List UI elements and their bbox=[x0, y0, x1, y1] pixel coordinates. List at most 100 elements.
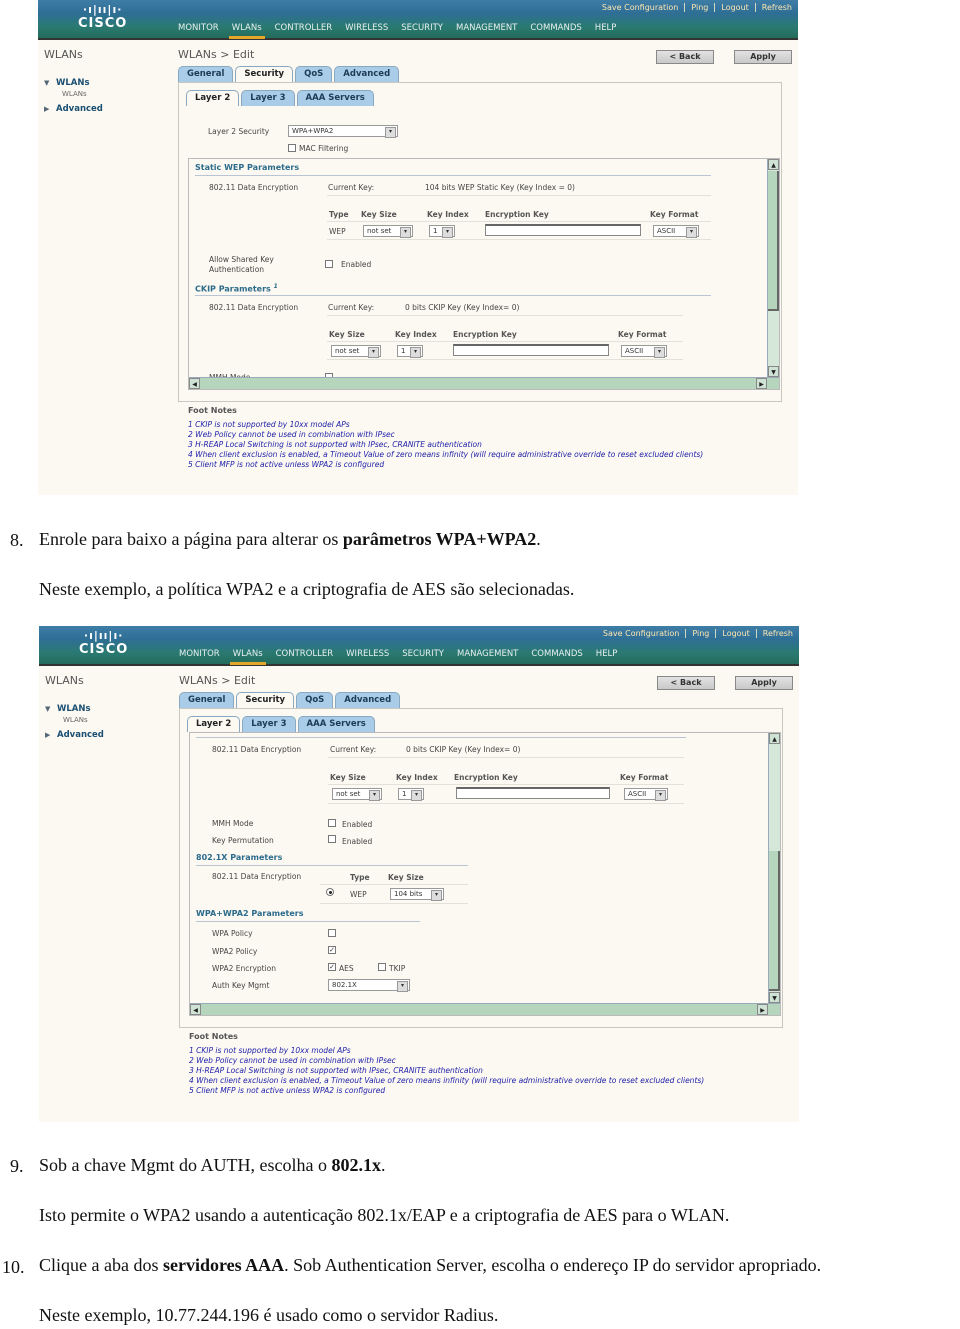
subtab-layer2[interactable]: Layer 2 bbox=[186, 90, 240, 106]
divider bbox=[327, 315, 683, 316]
left-nav-wlans-sub[interactable]: WLANs bbox=[44, 90, 103, 104]
logout-link[interactable]: Logout bbox=[715, 629, 750, 638]
mmh-mode-checkbox[interactable] bbox=[328, 819, 336, 827]
nav-controller[interactable]: CONTROLLER bbox=[276, 649, 334, 659]
ckip-footnote-ref[interactable]: 1 bbox=[274, 283, 278, 290]
wpa2-policy-checkbox[interactable]: ✓ bbox=[328, 946, 336, 954]
save-configuration-link[interactable]: Save Configuration bbox=[596, 3, 678, 12]
apply-button[interactable]: Apply bbox=[734, 50, 792, 64]
nav-help[interactable]: HELP bbox=[596, 649, 618, 659]
nav-monitor[interactable]: MONITOR bbox=[178, 23, 219, 33]
key-permutation-checkbox[interactable] bbox=[328, 835, 336, 843]
wep-key-size-select[interactable]: not set bbox=[363, 225, 413, 238]
wpa-policy-label: WPA Policy bbox=[212, 929, 253, 938]
horizontal-scrollbar[interactable]: ◀ ▶ bbox=[189, 377, 779, 389]
scroll-down-icon[interactable]: ▼ bbox=[769, 992, 780, 1003]
nav-wireless[interactable]: WIRELESS bbox=[346, 649, 389, 659]
wep-key-format-select[interactable]: ASCII bbox=[653, 225, 699, 238]
subtab-aaa-servers[interactable]: AAA Servers bbox=[296, 90, 374, 106]
scroll-right-icon[interactable]: ▶ bbox=[756, 378, 767, 389]
nav-monitor[interactable]: MONITOR bbox=[179, 649, 220, 659]
tab-general[interactable]: General bbox=[179, 692, 235, 708]
left-nav: ▼ WLANs WLANs ▶ Advanced bbox=[44, 78, 103, 118]
mac-filtering-checkbox[interactable] bbox=[288, 144, 296, 152]
refresh-link[interactable]: Refresh bbox=[755, 629, 793, 638]
nav-wlans[interactable]: WLANs bbox=[228, 23, 265, 39]
scroll-up-icon[interactable]: ▲ bbox=[769, 733, 780, 744]
nav-commands[interactable]: COMMANDS bbox=[531, 649, 582, 659]
dot1x-key-size-select[interactable]: 104 bits bbox=[390, 888, 444, 901]
apply-button[interactable]: Apply bbox=[735, 676, 793, 690]
nav-controller[interactable]: CONTROLLER bbox=[275, 23, 333, 33]
left-nav-advanced[interactable]: ▶ Advanced bbox=[44, 104, 103, 118]
ping-link[interactable]: Ping bbox=[684, 3, 709, 12]
aes-checkbox[interactable]: ✓ bbox=[328, 963, 336, 971]
save-configuration-link[interactable]: Save Configuration bbox=[597, 629, 679, 638]
nav-help[interactable]: HELP bbox=[595, 23, 617, 33]
scroll-right-icon[interactable]: ▶ bbox=[757, 1004, 768, 1015]
tkip-checkbox[interactable] bbox=[378, 963, 386, 971]
key-permutation-label: Key Permutation bbox=[212, 836, 274, 845]
nav-security[interactable]: SECURITY bbox=[401, 23, 443, 33]
vertical-scrollbar[interactable]: ▲ ▼ bbox=[767, 159, 779, 377]
mac-filtering-label: MAC Filtering bbox=[299, 144, 349, 153]
left-nav-advanced[interactable]: ▶ Advanced bbox=[45, 730, 104, 744]
wep-header-key-size: Key Size bbox=[361, 210, 397, 219]
ckip-key-format-select[interactable]: ASCII bbox=[621, 345, 667, 358]
ckip-key-index-select[interactable]: 1 bbox=[398, 788, 424, 801]
tab-security[interactable]: Security bbox=[236, 692, 295, 708]
tab-general[interactable]: General bbox=[178, 66, 234, 82]
nav-commands[interactable]: COMMANDS bbox=[530, 23, 581, 33]
nav-wlans[interactable]: WLANs bbox=[229, 649, 266, 665]
wep-encryption-key-input[interactable] bbox=[485, 224, 641, 236]
ckip-key-size-select[interactable]: not set bbox=[332, 788, 382, 801]
scroll-down-icon[interactable]: ▼ bbox=[768, 366, 779, 377]
scrollbar-thumb[interactable] bbox=[769, 851, 780, 991]
tab-advanced[interactable]: Advanced bbox=[334, 66, 400, 82]
dot1x-wep-radio[interactable] bbox=[326, 888, 334, 896]
auth-key-mgmt-select[interactable]: 802.1X bbox=[328, 979, 410, 992]
static-wep-title: Static WEP Parameters bbox=[195, 163, 300, 172]
wep-key-index-select[interactable]: 1 bbox=[429, 225, 455, 238]
nav-wireless[interactable]: WIRELESS bbox=[345, 23, 388, 33]
back-button[interactable]: < Back bbox=[657, 676, 715, 690]
ping-link[interactable]: Ping bbox=[685, 629, 710, 638]
logout-link[interactable]: Logout bbox=[714, 3, 749, 12]
ckip-key-index-select[interactable]: 1 bbox=[397, 345, 423, 358]
tab-qos[interactable]: QoS bbox=[295, 66, 333, 82]
back-button[interactable]: < Back bbox=[656, 50, 714, 64]
footnotes: Foot Notes 1 CKIP is not supported by 10… bbox=[188, 406, 703, 470]
scroll-left-icon[interactable]: ◀ bbox=[189, 378, 200, 389]
horizontal-scrollbar[interactable]: ◀ ▶ bbox=[190, 1003, 780, 1015]
refresh-link[interactable]: Refresh bbox=[754, 3, 792, 12]
footnote-2: 2 Web Policy cannot be used in combinati… bbox=[188, 430, 395, 439]
tab-advanced[interactable]: Advanced bbox=[335, 692, 401, 708]
wpa-policy-checkbox[interactable] bbox=[328, 929, 336, 937]
ckip-key-size-select[interactable]: not set bbox=[331, 345, 381, 358]
nav-management[interactable]: MANAGEMENT bbox=[457, 649, 518, 659]
scrollbar-thumb[interactable] bbox=[768, 171, 779, 311]
nav-security[interactable]: SECURITY bbox=[402, 649, 444, 659]
tab-security[interactable]: Security bbox=[235, 66, 294, 82]
subtab-aaa-servers[interactable]: AAA Servers bbox=[297, 716, 375, 732]
scroll-up-icon[interactable]: ▲ bbox=[768, 159, 779, 170]
tab-qos[interactable]: QoS bbox=[296, 692, 334, 708]
vertical-scrollbar[interactable]: ▲ ▼ bbox=[768, 733, 780, 1003]
left-nav-wlans-sub[interactable]: WLANs bbox=[45, 716, 104, 730]
wep-header-key-format: Key Format bbox=[650, 210, 699, 219]
divider bbox=[328, 803, 684, 804]
aes-label: AES bbox=[339, 964, 354, 973]
scroll-left-icon[interactable]: ◀ bbox=[190, 1004, 201, 1015]
nav-management[interactable]: MANAGEMENT bbox=[456, 23, 517, 33]
subtab-layer3[interactable]: Layer 3 bbox=[242, 716, 296, 732]
key-permutation-enabled-label: Enabled bbox=[342, 837, 373, 846]
shared-key-enabled-label: Enabled bbox=[341, 260, 372, 269]
divider bbox=[196, 921, 420, 922]
subtab-layer2[interactable]: Layer 2 bbox=[187, 716, 241, 732]
shared-key-checkbox[interactable] bbox=[325, 260, 333, 268]
ckip-key-format-select[interactable]: ASCII bbox=[624, 788, 668, 801]
layer2-security-select[interactable]: WPA+WPA2 bbox=[288, 125, 398, 138]
ckip-encryption-key-input[interactable] bbox=[456, 787, 610, 799]
subtab-layer3[interactable]: Layer 3 bbox=[241, 90, 295, 106]
ckip-encryption-key-input[interactable] bbox=[453, 344, 609, 356]
